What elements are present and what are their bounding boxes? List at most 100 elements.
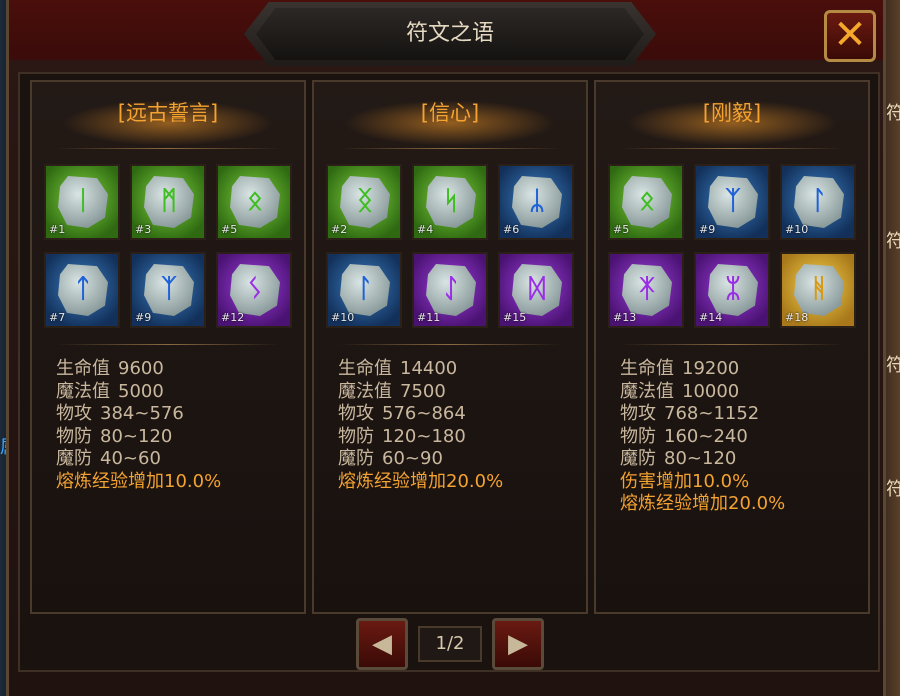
stat-value: 120~180 (382, 425, 466, 447)
divider (56, 344, 280, 345)
stat-row: 魔法值 7500 (338, 381, 578, 404)
rune-number: #9 (699, 223, 716, 236)
stat-label: 物攻 (338, 403, 374, 424)
stat-row: 魔防 80~120 (620, 448, 860, 471)
rune-number: #2 (331, 223, 348, 236)
stat-row: 物防 80~120 (56, 426, 296, 449)
rune-glyph-icon: ᛟ (639, 186, 655, 216)
rune-slot[interactable]: ᛝ #2 (326, 164, 402, 240)
rune-slot[interactable]: ᛟ #5 (216, 164, 292, 240)
rune-number: #6 (503, 223, 520, 236)
runeword-panel-3: [刚毅] ᛟ #5 ᛉ #9 ᛚ #10 ᛡ #13 ᛯ #14 ᚻ #18 生… (594, 80, 870, 614)
right-side-tab-2[interactable]: 符 (886, 228, 900, 256)
stat-label: 物防 (56, 425, 92, 447)
stat-value: 576~864 (382, 403, 466, 424)
stat-value: 40~60 (100, 448, 161, 469)
next-page-button[interactable]: ▶ (492, 618, 544, 670)
rune-number: #5 (221, 223, 238, 236)
rune-slot[interactable]: ᛚ #10 (780, 164, 856, 240)
stat-row: 生命值 14400 (338, 358, 578, 381)
rune-slot[interactable]: ᛏ #7 (44, 252, 120, 328)
rune-slot[interactable]: ᛞ #15 (498, 252, 574, 328)
close-button[interactable]: ✕ (824, 10, 876, 62)
rune-slot[interactable]: ᛟ #5 (608, 164, 684, 240)
runeword-panel-2: [信心] ᛝ #2 ᛋ #4 ᛦ #6 ᛚ #10 ᛇ #11 ᛞ #15 生命… (312, 80, 588, 614)
rune-number: #15 (503, 311, 527, 324)
rune-slot[interactable]: ᛋ #4 (412, 164, 488, 240)
stat-label: 魔防 (620, 448, 656, 469)
rune-glyph-icon: ᛋ (443, 186, 459, 216)
bonus-line: 熔炼经验增加10.0% (56, 470, 222, 492)
rune-glyph-icon: ᛡ (639, 274, 655, 304)
close-x-icon: ✕ (833, 12, 867, 58)
chevron-right-icon: ▶ (508, 629, 528, 659)
pagination: ◀ 1/2 ▶ (356, 618, 544, 674)
rune-slot[interactable]: ᛉ #9 (694, 164, 770, 240)
rune-glyph-icon: ᛏ (75, 274, 91, 304)
rune-slot[interactable]: ᚻ #18 (780, 252, 856, 328)
stat-row: 魔法值 5000 (56, 381, 296, 404)
bonus-line: 熔炼经验增加20.0% (620, 493, 786, 514)
stat-label: 物攻 (56, 403, 92, 424)
stat-value: 7500 (400, 380, 446, 402)
rune-glyph-icon: ᛗ (161, 186, 177, 216)
stat-row: 魔防 60~90 (338, 448, 578, 471)
stat-value: 384~576 (100, 403, 184, 424)
stat-row: 生命值 9600 (56, 358, 296, 381)
rune-glyph-icon: ᛚ (811, 186, 827, 216)
stat-row: 魔法值 10000 (620, 381, 860, 404)
right-side-tab-1[interactable]: 符 (886, 100, 900, 128)
runeword-name: [刚毅] (702, 101, 762, 125)
stat-value: 80~120 (664, 448, 737, 469)
rune-slot[interactable]: ᛚ #10 (326, 252, 402, 328)
rune-slot[interactable]: ᛯ #14 (694, 252, 770, 328)
chevron-left-icon: ◀ (372, 629, 392, 659)
rune-slot[interactable]: ᛉ #9 (130, 252, 206, 328)
divider (338, 344, 562, 345)
rune-glyph-icon: ᛁ (75, 186, 91, 216)
rune-glyph-icon: ᛝ (357, 186, 373, 216)
right-side-tab-4[interactable]: 符 (886, 476, 900, 504)
rune-number: #10 (331, 311, 355, 324)
rune-number: #13 (613, 311, 637, 324)
rune-glyph-icon: ᚻ (811, 274, 827, 304)
rune-glyph-icon: ᛞ (529, 274, 545, 304)
right-side-tab-3[interactable]: 符 (886, 352, 900, 380)
stat-value: 60~90 (382, 448, 443, 469)
rune-number: #9 (135, 311, 152, 324)
stat-value: 10000 (682, 380, 740, 402)
stat-row: 物攻 384~576 (56, 403, 296, 426)
rune-number: #10 (785, 223, 809, 236)
rune-number: #7 (49, 311, 66, 324)
runeword-panel-1: [远古誓言] ᛁ #1 ᛗ #3 ᛟ #5 ᛏ #7 ᛉ #9 ᛊ #12 生命… (30, 80, 306, 614)
rune-number: #5 (613, 223, 630, 236)
rune-glyph-icon: ᛉ (161, 274, 177, 304)
stats-list: 生命值 14400 魔法值 7500 物攻 576~864 物防 120~180 魔防 6… (338, 358, 578, 493)
stat-value: 14400 (400, 358, 458, 379)
stat-row: 生命值 19200 (620, 358, 860, 381)
rune-slot[interactable]: ᛁ #1 (44, 164, 120, 240)
rune-slot[interactable]: ᛗ #3 (130, 164, 206, 240)
stat-label: 生命值 (338, 358, 392, 379)
stat-label: 生命值 (56, 358, 110, 379)
stat-label: 魔法值 (620, 380, 674, 402)
rune-slot[interactable]: ᛇ #11 (412, 252, 488, 328)
stat-row: 物攻 768~1152 (620, 403, 860, 426)
rune-number: #3 (135, 223, 152, 236)
page-indicator: 1/2 (418, 626, 482, 662)
rune-number: #12 (221, 311, 245, 324)
rune-glyph-icon: ᛊ (247, 274, 263, 304)
prev-page-button[interactable]: ◀ (356, 618, 408, 670)
rune-glyph-icon: ᛦ (529, 186, 545, 216)
rune-slot[interactable]: ᛡ #13 (608, 252, 684, 328)
stat-row: 物防 120~180 (338, 426, 578, 449)
divider (620, 344, 844, 345)
rune-slot[interactable]: ᛊ #12 (216, 252, 292, 328)
rune-glyph-icon: ᛇ (443, 274, 459, 304)
rune-slot[interactable]: ᛦ #6 (498, 164, 574, 240)
runeword-name: [信心] (420, 101, 480, 125)
stat-label: 物攻 (620, 403, 656, 424)
stat-row: 物防 160~240 (620, 426, 860, 449)
stat-label: 魔防 (56, 448, 92, 469)
stat-label: 魔法值 (338, 380, 392, 402)
